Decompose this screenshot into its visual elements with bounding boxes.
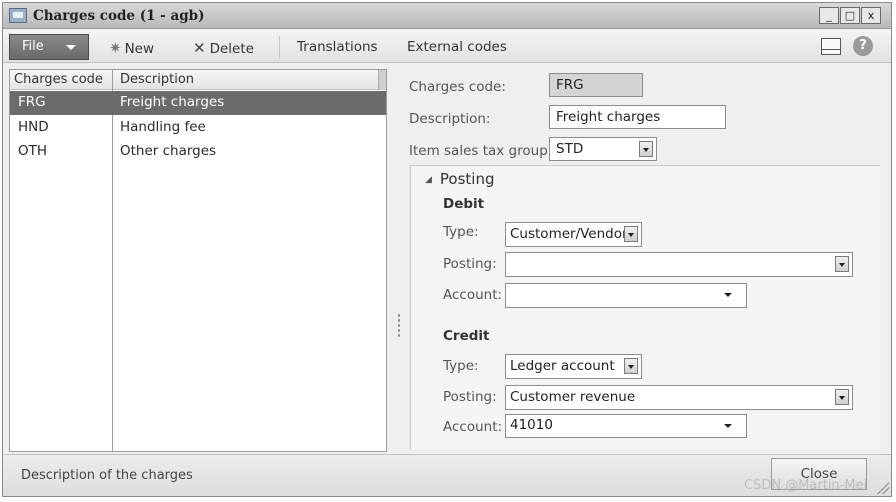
dropdown-button[interactable] [624, 358, 638, 374]
window-controls: _ □ x [819, 7, 881, 24]
chevron-down-icon [66, 45, 76, 50]
grid-header: Charges code Description [10, 70, 386, 90]
cell-code: FRG [18, 94, 46, 110]
close-window-button[interactable]: x [861, 7, 881, 24]
help-icon[interactable]: ? [853, 36, 873, 56]
grid-scrollbar[interactable] [378, 70, 386, 90]
credit-type-select[interactable]: Ledger account [505, 354, 642, 379]
debit-account-field[interactable] [505, 283, 747, 308]
title-bar: Charges code (1 - agb) _ □ x [3, 3, 891, 29]
debit-account-label: Account: [443, 287, 503, 303]
new-label: New [124, 41, 155, 57]
debit-posting-select[interactable] [505, 252, 853, 277]
posting-section-header[interactable]: ◢ Posting [425, 170, 495, 188]
table-row[interactable]: FRG Freight charges [10, 91, 386, 115]
description-label: Description: [409, 111, 491, 127]
delete-label: Delete [209, 41, 254, 57]
new-button[interactable]: ✷ New [109, 39, 154, 57]
dropdown-button[interactable] [639, 141, 653, 157]
maximize-button[interactable]: □ [840, 7, 860, 24]
table-row[interactable]: HND Handling fee [10, 116, 386, 140]
credit-posting-select[interactable]: Customer revenue [505, 385, 853, 410]
file-menu-button[interactable]: File [9, 34, 89, 60]
column-header-description[interactable]: Description [120, 72, 194, 87]
toolbar-divider [279, 36, 280, 58]
charges-code-window: Charges code (1 - agb) _ □ x File ✷ New ✕… [2, 2, 892, 497]
debit-posting-label: Posting: [443, 256, 497, 272]
credit-account-label: Account: [443, 419, 503, 435]
debit-heading: Debit [443, 196, 485, 212]
cell-description: Handling fee [120, 119, 206, 135]
credit-type-label: Type: [443, 358, 479, 374]
table-row[interactable]: OTH Other charges [10, 140, 386, 164]
dropdown-button[interactable] [835, 256, 849, 272]
credit-posting-label: Posting: [443, 389, 497, 405]
column-header-charges-code[interactable]: Charges code [14, 72, 103, 87]
file-label: File [22, 39, 44, 54]
posting-section: ◢ Posting Debit Type: Customer/Vendor Pos… [410, 165, 880, 449]
credit-heading: Credit [443, 328, 490, 344]
collapse-triangle-icon: ◢ [425, 175, 432, 185]
dropdown-button[interactable] [624, 226, 638, 242]
credit-type-value: Ledger account [510, 358, 615, 374]
minimize-button[interactable]: _ [819, 7, 839, 24]
fact-box-toggle-icon[interactable] [821, 38, 841, 55]
description-field[interactable]: Freight charges [549, 105, 726, 129]
tax-group-select[interactable]: STD [549, 137, 657, 161]
chevron-down-icon[interactable] [724, 424, 732, 428]
cell-description: Freight charges [120, 94, 225, 110]
dropdown-button[interactable] [835, 389, 849, 405]
charges-grid: Charges code Description FRG Freight cha… [9, 69, 387, 452]
cell-code: OTH [18, 143, 48, 159]
tax-group-label: Item sales tax group: [409, 143, 553, 159]
posting-title: Posting [439, 170, 495, 188]
credit-account-field[interactable]: 41010 [505, 414, 747, 438]
debit-type-value: Customer/Vendor [510, 226, 628, 242]
splitter-handle[interactable] [397, 313, 401, 339]
debit-type-select[interactable]: Customer/Vendor [505, 222, 642, 247]
app-icon [9, 8, 27, 23]
watermark: CSDN @Martin-Mei [744, 478, 868, 493]
credit-posting-value: Customer revenue [510, 389, 636, 405]
tax-group-value: STD [556, 141, 584, 157]
credit-account-value: 41010 [510, 417, 553, 433]
chevron-down-icon[interactable] [724, 293, 732, 297]
charges-code-field: FRG [549, 73, 643, 97]
cell-code: HND [18, 119, 49, 135]
cell-description: Other charges [120, 143, 217, 159]
translations-button[interactable]: Translations [297, 39, 378, 55]
delete-button[interactable]: ✕ Delete [193, 39, 254, 57]
action-pane: File ✷ New ✕ Delete Translations External … [3, 30, 891, 63]
charges-code-label: Charges code: [409, 79, 506, 95]
delete-x-icon: ✕ [193, 39, 206, 57]
new-star-icon: ✷ [109, 39, 122, 57]
resize-grip[interactable] [877, 482, 889, 494]
external-codes-button[interactable]: External codes [407, 39, 507, 55]
debit-type-label: Type: [443, 224, 479, 240]
window-title: Charges code (1 - agb) [33, 8, 205, 24]
status-text: Description of the charges [21, 468, 193, 483]
